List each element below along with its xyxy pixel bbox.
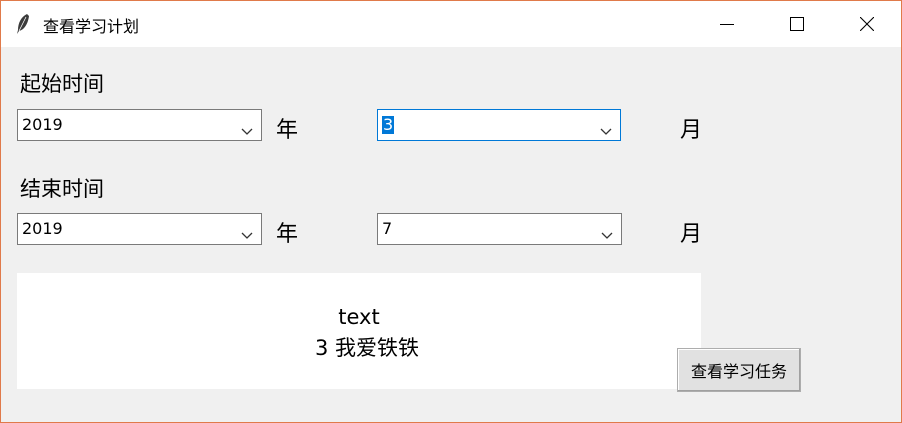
chevron-down-icon[interactable] <box>241 121 253 140</box>
feather-icon <box>15 13 31 35</box>
title-bar[interactable]: 查看学习计划 <box>1 1 901 47</box>
close-button[interactable] <box>833 1 901 47</box>
start-year-value: 2019 <box>22 115 63 134</box>
result-panel: text 3 我爱铁铁 <box>17 273 701 389</box>
start-year-unit: 年 <box>276 118 299 143</box>
end-month-value: 7 <box>382 219 393 238</box>
end-year-value: 2019 <box>22 219 63 238</box>
close-icon <box>860 17 874 31</box>
end-year-unit: 年 <box>276 222 299 247</box>
minimize-button[interactable] <box>693 1 761 47</box>
start-month-select[interactable]: 3 <box>377 109 621 141</box>
end-month-unit: 月 <box>680 222 703 247</box>
chevron-down-icon[interactable] <box>241 225 253 244</box>
chevron-down-icon[interactable] <box>601 225 613 244</box>
end-year-select[interactable]: 2019 <box>17 213 262 245</box>
minimize-icon <box>720 17 734 31</box>
app-window: 查看学习计划 起始时间 2019 年 3 月 结束时间 2019 年 7 月 t… <box>0 0 902 423</box>
maximize-button[interactable] <box>763 1 831 47</box>
window-title: 查看学习计划 <box>43 17 140 36</box>
view-study-tasks-button[interactable]: 查看学习任务 <box>677 348 801 392</box>
start-year-select[interactable]: 2019 <box>17 109 262 141</box>
result-line-2: 3 我爱铁铁 <box>314 336 420 360</box>
chevron-down-icon[interactable] <box>600 121 612 140</box>
maximize-icon <box>790 17 804 31</box>
result-line-1: text <box>338 305 380 329</box>
end-month-select[interactable]: 7 <box>377 213 622 245</box>
start-time-label: 起始时间 <box>20 72 104 96</box>
start-month-unit: 月 <box>680 118 703 143</box>
start-month-value: 3 <box>382 115 395 134</box>
end-time-label: 结束时间 <box>20 177 104 201</box>
